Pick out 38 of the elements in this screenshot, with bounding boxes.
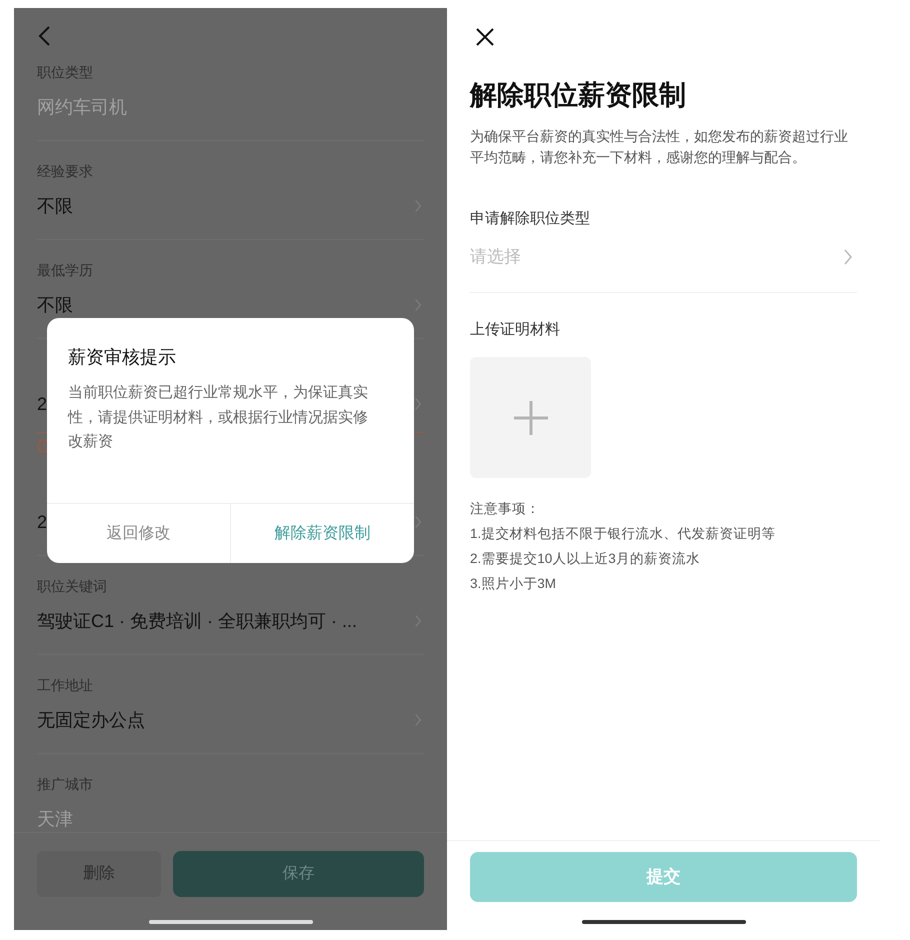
back-icon[interactable]: [37, 25, 51, 47]
field-value: 2: [37, 393, 48, 416]
page-title: 解除职位薪资限制: [470, 79, 687, 112]
field-value: 2: [37, 511, 48, 534]
field-label: 经验要求: [37, 162, 94, 181]
field-label: 推广城市: [37, 775, 94, 794]
chevron-right-icon: [414, 397, 422, 411]
dialog-message: 当前职位薪资已超行业常规水平，为保证真实性，请提供证明材料，或根据行业情况据实修改薪资: [68, 383, 369, 452]
field-label: 工作地址: [37, 676, 94, 695]
note-text: 1.提交材料包括不限于银行流水、代发薪资证明等: [470, 525, 776, 543]
chevron-right-icon: [414, 199, 422, 213]
note-text: 3.照片小于3M: [470, 575, 558, 593]
field-value: 网约车司机: [37, 96, 127, 119]
chevron-right-icon: [843, 248, 853, 266]
close-icon[interactable]: [474, 26, 496, 48]
return-edit-button[interactable]: 返回修改: [47, 504, 231, 563]
chevron-right-icon: [414, 614, 422, 628]
plus-icon: [512, 400, 548, 436]
chevron-right-icon: [414, 298, 422, 312]
field-value: 驾驶证C1 · 免费培训 · 全职兼职均可 · ...: [37, 610, 358, 633]
field-value: 不限: [37, 294, 73, 317]
chevron-right-icon: [414, 713, 422, 727]
note-text: 2.需要提交10人以上近3月的薪资流水: [470, 550, 701, 568]
field-label: 上传证明材料: [470, 320, 561, 340]
field-label: 最低学历: [37, 261, 94, 280]
type-select[interactable]: 请选择: [470, 244, 857, 270]
save-button[interactable]: 保存: [173, 851, 424, 897]
chevron-right-icon: [414, 515, 422, 529]
page-description: 为确保平台薪资的真实性与合法性，如您发布的薪资超过行业平均范畴，请您补充一下材料，感谢您的理解与配合。: [470, 127, 849, 167]
release-limit-button[interactable]: 解除薪资限制: [231, 504, 414, 563]
note-text: 注意事项：: [470, 500, 541, 518]
field-label: 职位类型: [37, 63, 94, 82]
field-value: 天津: [37, 808, 73, 831]
field-value: 不限: [37, 195, 73, 218]
field-label: 申请解除职位类型: [470, 209, 591, 229]
field-label: 职位关键词: [37, 577, 108, 596]
field-value: 无固定办公点: [37, 709, 145, 732]
dialog-title: 薪资审核提示: [68, 346, 177, 369]
